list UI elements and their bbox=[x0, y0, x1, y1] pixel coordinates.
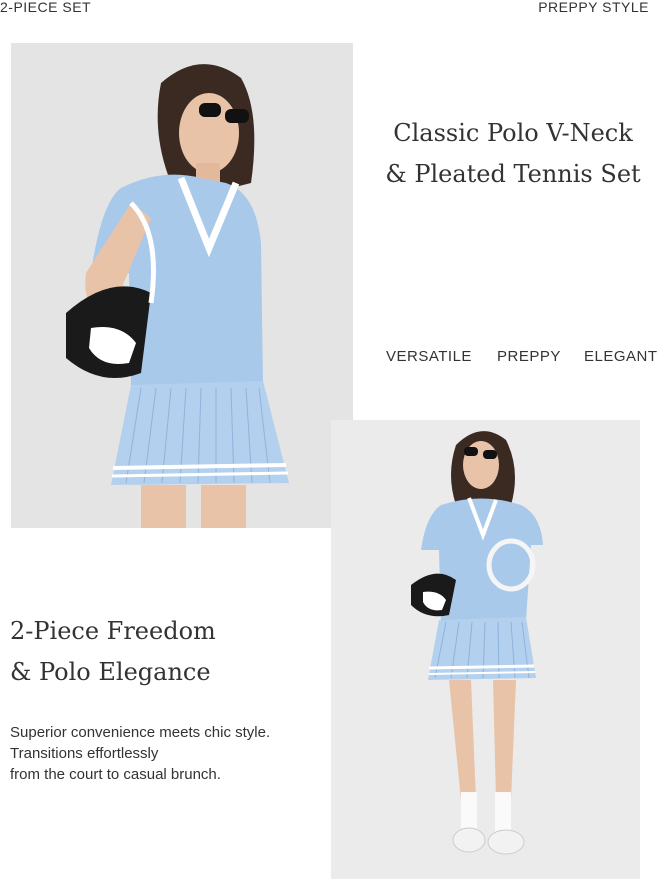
model-photo-front bbox=[11, 43, 353, 528]
tag-versatile: VERSATILE bbox=[386, 348, 472, 365]
feature-description: Superior convenience meets chic style. T… bbox=[10, 724, 271, 783]
tag-elegant: ELEGANT bbox=[584, 348, 658, 365]
set-label: 2-PIECE SET bbox=[0, 0, 92, 15]
feature-title: 2-Piece Freedom & Polo Elegance bbox=[10, 617, 216, 686]
style-label: PREPPY STYLE bbox=[538, 0, 649, 15]
model-photo-full bbox=[331, 420, 640, 879]
hero-title: Classic Polo V-Neck & Pleated Tennis Set bbox=[385, 119, 641, 188]
tag-preppy: PREPPY bbox=[497, 348, 561, 365]
